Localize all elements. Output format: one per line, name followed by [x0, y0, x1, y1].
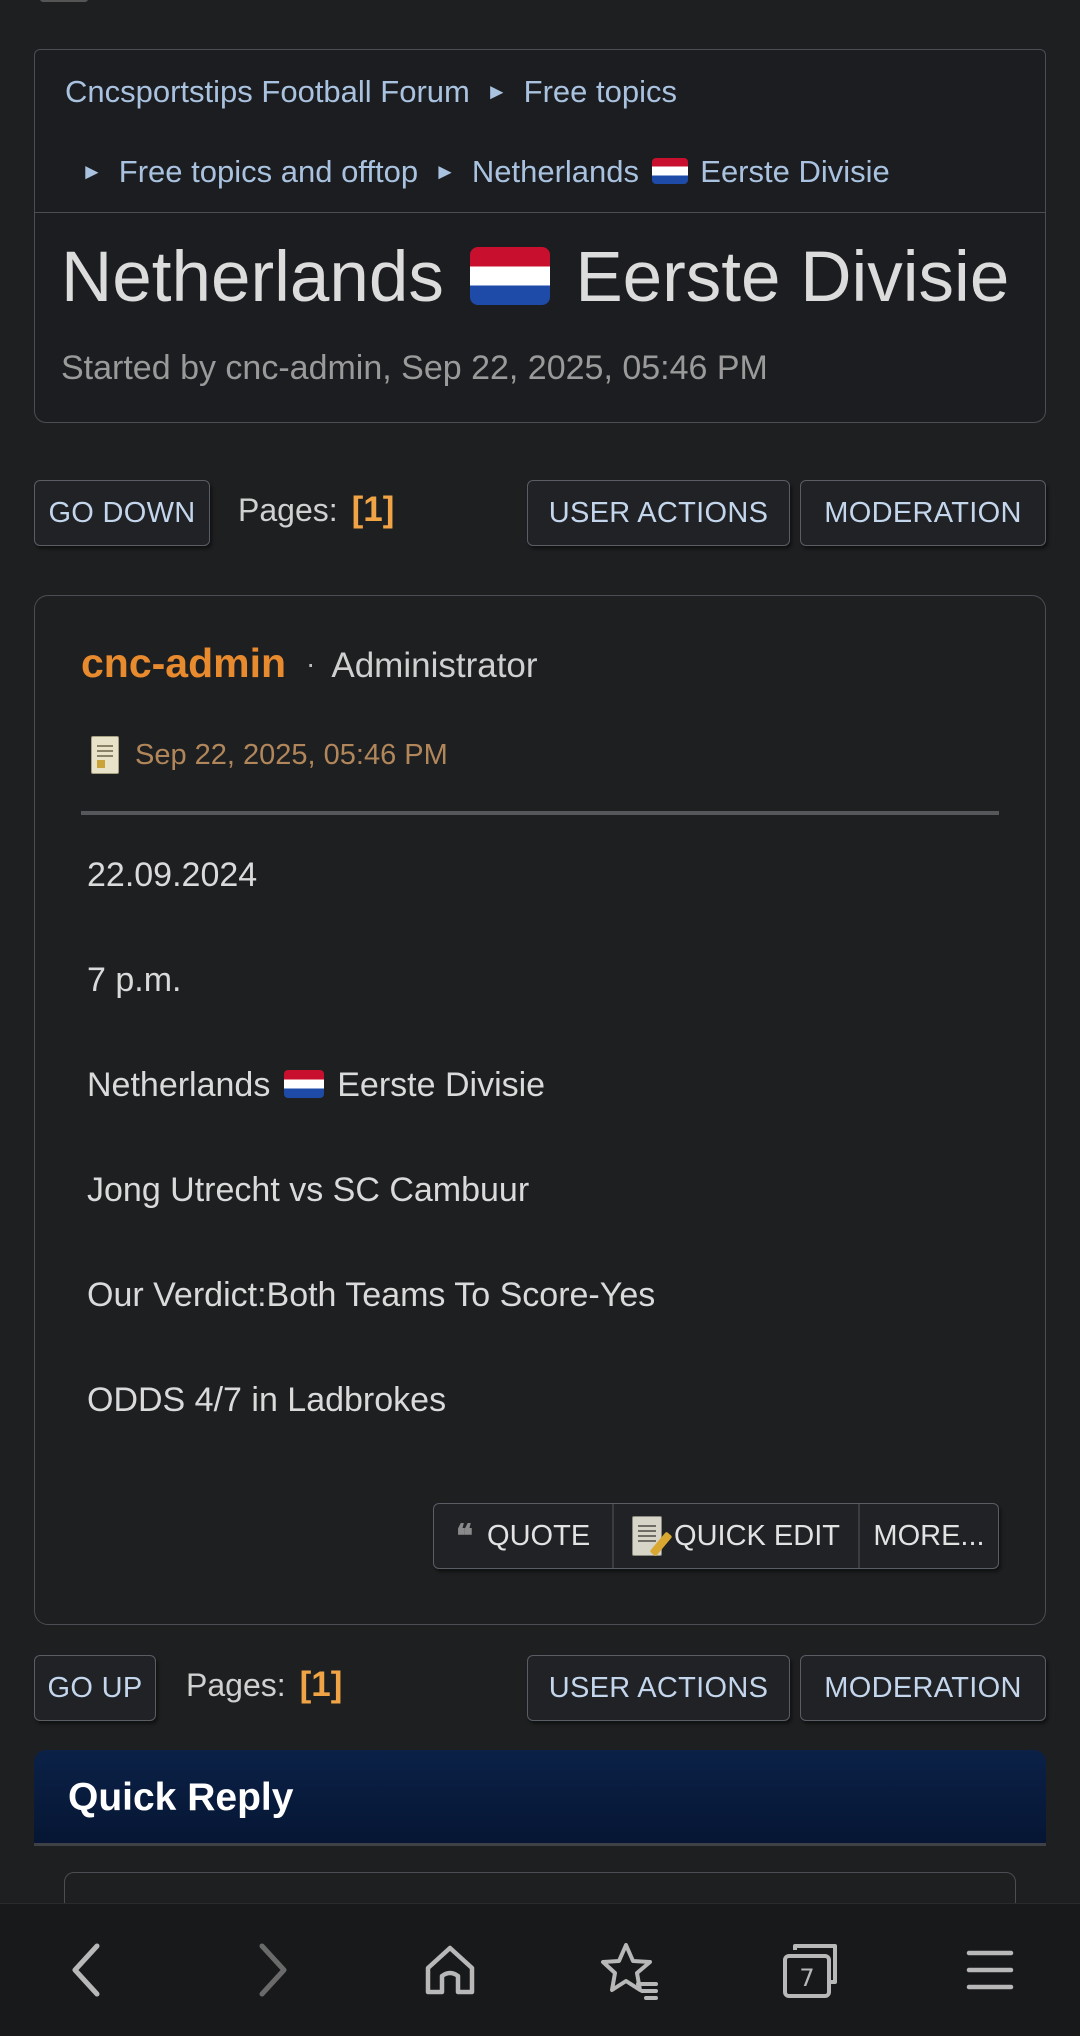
breadcrumb-item-offtop[interactable]: Free topics and offtop — [119, 154, 418, 189]
quick-reply-header[interactable]: Quick Reply — [34, 1750, 1046, 1846]
forward-icon — [259, 1943, 287, 1997]
post-body-line: 7 p.m. — [87, 961, 182, 999]
document-icon — [91, 736, 119, 774]
quote-label: QUOTE — [487, 1519, 591, 1552]
pages-indicator-top: Pages: [1] — [238, 490, 394, 530]
netherlands-flag-icon — [469, 247, 550, 306]
page-number-link[interactable]: [1] — [300, 1665, 343, 1704]
menu-icon — [966, 1950, 1014, 1990]
breadcrumb-item-forum[interactable]: Cncsportstips Football Forum — [65, 74, 470, 109]
user-actions-button[interactable]: USER ACTIONS — [527, 1655, 790, 1721]
go-down-button[interactable]: GO DOWN — [34, 480, 210, 546]
post-body-line: Jong Utrecht vs SC Cambuur — [87, 1171, 530, 1209]
author-link[interactable]: cnc-admin — [81, 640, 286, 686]
post-actions: ❝ QUOTE QUICK EDIT MORE... — [433, 1503, 999, 1569]
menu-button[interactable] — [954, 1934, 1026, 2006]
league-prefix: Netherlands — [87, 1066, 271, 1104]
breadcrumb-item-free-topics[interactable]: Free topics — [524, 74, 677, 109]
post-body-line: 22.09.2024 — [87, 856, 258, 894]
back-button[interactable] — [51, 1934, 123, 2006]
author-role: Administrator — [331, 646, 538, 685]
bookmarks-icon — [601, 1943, 658, 2000]
browser-toolbar: 7 — [0, 1903, 1080, 2036]
breadcrumb-separator: ► — [81, 159, 103, 184]
breadcrumb-current-suffix: Eerste Divisie — [700, 154, 890, 189]
separator-dot: · — [306, 648, 316, 679]
moderation-button[interactable]: MODERATION — [800, 480, 1046, 546]
back-icon — [72, 1943, 100, 1997]
netherlands-flag-icon — [651, 157, 688, 184]
forward-button[interactable] — [236, 1934, 308, 2006]
breadcrumb-separator: ► — [434, 159, 456, 184]
breadcrumb-line-2: ► Free topics and offtop ► Netherlands Eers… — [81, 154, 890, 190]
topic-started-by: Started by cnc-admin, Sep 22, 2025, 05:4… — [61, 349, 768, 387]
divider — [81, 811, 999, 815]
post-card: cnc-admin · Administrator Sep 22, 2025, 05… — [34, 595, 1046, 1625]
post-body-line: Our Verdict:Both Teams To Score-Yes — [87, 1276, 656, 1314]
tab-count: 7 — [799, 1964, 814, 1992]
page-title-prefix: Netherlands — [61, 238, 444, 317]
pages-label: Pages: — [238, 492, 338, 528]
topic-header: Netherlands Eerste Divisie Started by cn… — [34, 213, 1046, 423]
pages-label: Pages: — [186, 1667, 286, 1703]
home-icon — [425, 1945, 475, 1995]
tabs-button[interactable]: 7 — [775, 1934, 847, 2006]
breadcrumb: Cncsportstips Football Forum ► Free topics… — [34, 49, 1046, 213]
moderation-button[interactable]: MODERATION — [800, 1655, 1046, 1721]
quick-reply-title: Quick Reply — [68, 1776, 294, 1819]
breadcrumb-separator: ► — [485, 79, 508, 104]
post-body-line: ODDS 4/7 in Ladbrokes — [87, 1381, 447, 1419]
post-date-text: Sep 22, 2025, 05:46 PM — [135, 738, 448, 771]
more-button[interactable]: MORE... — [860, 1504, 998, 1568]
breadcrumb-line-1: Cncsportstips Football Forum ► Free topics — [65, 74, 677, 110]
bookmarks-button[interactable] — [594, 1934, 666, 2006]
quote-button[interactable]: ❝ QUOTE — [434, 1504, 614, 1568]
netherlands-flag-icon — [283, 1070, 324, 1099]
league-suffix: Eerste Divisie — [337, 1066, 546, 1104]
pages-indicator-bottom: Pages: [1] — [186, 1665, 342, 1705]
post-body-line: Netherlands Eerste Divisie — [87, 1066, 545, 1105]
quick-edit-label: QUICK EDIT — [674, 1519, 840, 1552]
breadcrumb-current-prefix: Netherlands — [471, 154, 640, 189]
page-title-suffix: Eerste Divisie — [575, 238, 1010, 317]
breadcrumb-item-current-topic[interactable]: Netherlands Eerste Divisie — [472, 154, 890, 189]
post-date[interactable]: Sep 22, 2025, 05:46 PM — [91, 736, 448, 774]
quote-icon: ❝ — [455, 1517, 474, 1555]
go-up-button[interactable]: GO UP — [34, 1655, 156, 1721]
tabs-icon: 7 — [783, 1944, 837, 1998]
home-button[interactable] — [414, 1934, 486, 2006]
quick-edit-button[interactable]: QUICK EDIT — [614, 1504, 860, 1568]
edit-document-icon — [632, 1516, 663, 1556]
top-partial-icon — [40, 0, 88, 2]
poster-info: cnc-admin · Administrator — [81, 640, 538, 687]
page-number-link[interactable]: [1] — [352, 490, 395, 529]
page-title: Netherlands Eerste Divisie — [61, 237, 1009, 318]
user-actions-button[interactable]: USER ACTIONS — [527, 480, 790, 546]
